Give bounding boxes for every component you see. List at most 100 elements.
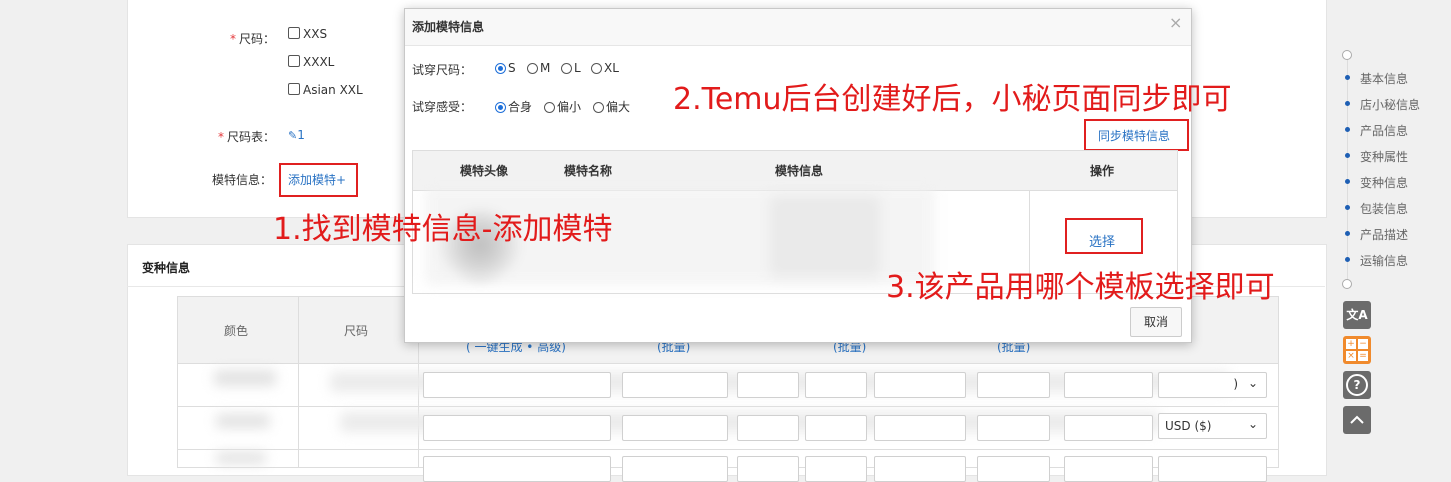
highlight-add-model (279, 163, 358, 197)
nav-item-variant-attr[interactable]: 变种属性 (1360, 148, 1408, 165)
nav-item-package[interactable]: 包装信息 (1360, 200, 1408, 217)
checkbox[interactable] (288, 27, 300, 39)
radio[interactable] (544, 102, 555, 113)
chevron-down-icon: ⌄ (1247, 417, 1258, 431)
nav-dot (1345, 153, 1350, 158)
nav-dot (1345, 257, 1350, 262)
annotation-step3: 3.该产品用哪个模板选择即可 (886, 270, 1275, 305)
trial-size-label: 试穿尺码： (412, 63, 473, 77)
currency-select[interactable]: ) ⌄ (1158, 372, 1267, 398)
annotation-step1: 1.找到模特信息-添加模特 (273, 212, 613, 247)
translate-icon[interactable]: 文A (1343, 301, 1371, 329)
size-option-asian-xxl[interactable]: Asian XXL (288, 83, 363, 97)
variant-input[interactable] (737, 415, 799, 441)
nav-dot (1345, 205, 1350, 210)
calc-key: = (1358, 351, 1368, 361)
trial-feel-option-small[interactable]: 偏小 (544, 98, 581, 115)
variant-input[interactable] (423, 372, 611, 398)
radio[interactable] (561, 63, 572, 74)
radio[interactable] (593, 102, 604, 113)
chevron-up-icon (1350, 415, 1364, 424)
nav-dot (1345, 231, 1350, 236)
annotation-step2: 2.Temu后台创建好后，小秘页面同步即可 (673, 82, 1232, 117)
help-glyph: ? (1346, 374, 1368, 396)
trial-size-option-s[interactable]: S (495, 61, 516, 75)
variant-input[interactable] (423, 456, 611, 482)
highlight-select (1065, 218, 1143, 254)
model-header-name: 模特名称 (564, 164, 613, 178)
variant-input[interactable] (977, 456, 1050, 482)
trial-size-option-l[interactable]: L (561, 61, 581, 75)
size-chart-label: * 尺码表： (218, 130, 276, 144)
trial-feel-label: 试穿感受： (412, 100, 473, 114)
trial-size-option-xl[interactable]: XL (591, 61, 619, 75)
calculator-icon[interactable]: + − × = (1343, 336, 1371, 364)
variant-input[interactable] (737, 372, 799, 398)
dialog-header (405, 9, 1191, 46)
variant-input[interactable] (805, 372, 867, 398)
variant-input[interactable] (874, 415, 966, 441)
nav-dot (1345, 179, 1350, 184)
currency-select[interactable]: USD ($) ⌄ (1158, 413, 1267, 439)
variant-input[interactable] (874, 456, 966, 482)
variant-input[interactable] (622, 456, 728, 482)
variant-input[interactable] (1064, 456, 1153, 482)
variant-input[interactable] (1158, 456, 1267, 482)
variant-input[interactable] (977, 372, 1050, 398)
nav-item-shipping[interactable]: 运输信息 (1360, 252, 1408, 269)
variant-input[interactable] (622, 372, 728, 398)
variant-section-title: 变种信息 (142, 261, 191, 275)
model-header-info: 模特信息 (775, 164, 824, 178)
nav-item-basic[interactable]: 基本信息 (1360, 70, 1408, 87)
nav-dot (1345, 101, 1350, 106)
trial-size-option-m[interactable]: M (527, 61, 550, 75)
radio[interactable] (527, 63, 538, 74)
help-icon[interactable]: ? (1343, 371, 1371, 399)
close-icon[interactable]: × (1169, 13, 1182, 32)
nav-item-product[interactable]: 产品信息 (1360, 122, 1408, 139)
size-option-xxxl[interactable]: XXXL (288, 55, 334, 69)
nav-item-dxm[interactable]: 店小秘信息 (1360, 96, 1420, 113)
trial-feel-option-large[interactable]: 偏大 (593, 98, 630, 115)
calc-key: − (1358, 339, 1368, 349)
nav-item-description[interactable]: 产品描述 (1360, 226, 1408, 243)
blurred-cell (216, 452, 266, 464)
radio[interactable] (495, 102, 506, 113)
highlight-sync (1084, 119, 1189, 151)
variant-input[interactable] (1064, 372, 1153, 398)
variant-input[interactable] (874, 372, 966, 398)
variant-header-size: 尺码 (344, 324, 369, 338)
blurred-cell (214, 370, 276, 386)
nav-bottom-circle (1342, 279, 1352, 289)
nav-item-variant-info[interactable]: 变种信息 (1360, 174, 1408, 191)
nav-timeline-line (1347, 58, 1348, 284)
variant-col-divider (298, 297, 299, 467)
calc-key: + (1346, 339, 1356, 349)
dialog-title: 添加模特信息 (412, 20, 485, 34)
checkbox[interactable] (288, 55, 300, 67)
model-header-avatar: 模特头像 (460, 164, 509, 178)
checkbox[interactable] (288, 83, 300, 95)
chevron-down-icon: ⌄ (1247, 376, 1258, 390)
radio[interactable] (591, 63, 602, 74)
edit-icon: ✎ (288, 129, 298, 142)
variant-input[interactable] (1064, 415, 1153, 441)
variant-input[interactable] (977, 415, 1050, 441)
variant-row-divider (178, 406, 1278, 407)
variant-input[interactable] (622, 415, 728, 441)
cancel-button[interactable]: 取消 (1130, 307, 1182, 337)
variant-input[interactable] (737, 456, 799, 482)
size-option-xxs[interactable]: XXS (288, 27, 327, 41)
variant-input[interactable] (805, 456, 867, 482)
blurred-cell (216, 414, 270, 428)
size-chart-edit[interactable]: ✎1 (288, 128, 305, 142)
trial-feel-option-fit[interactable]: 合身 (495, 98, 532, 115)
variant-input[interactable] (423, 415, 611, 441)
variant-input[interactable] (805, 415, 867, 441)
calc-key: × (1346, 351, 1356, 361)
size-label: * 尺码： (230, 32, 276, 46)
radio[interactable] (495, 63, 506, 74)
nav-top-circle (1342, 50, 1352, 60)
variant-header-color: 颜色 (224, 324, 249, 338)
back-to-top-icon[interactable] (1343, 406, 1371, 434)
